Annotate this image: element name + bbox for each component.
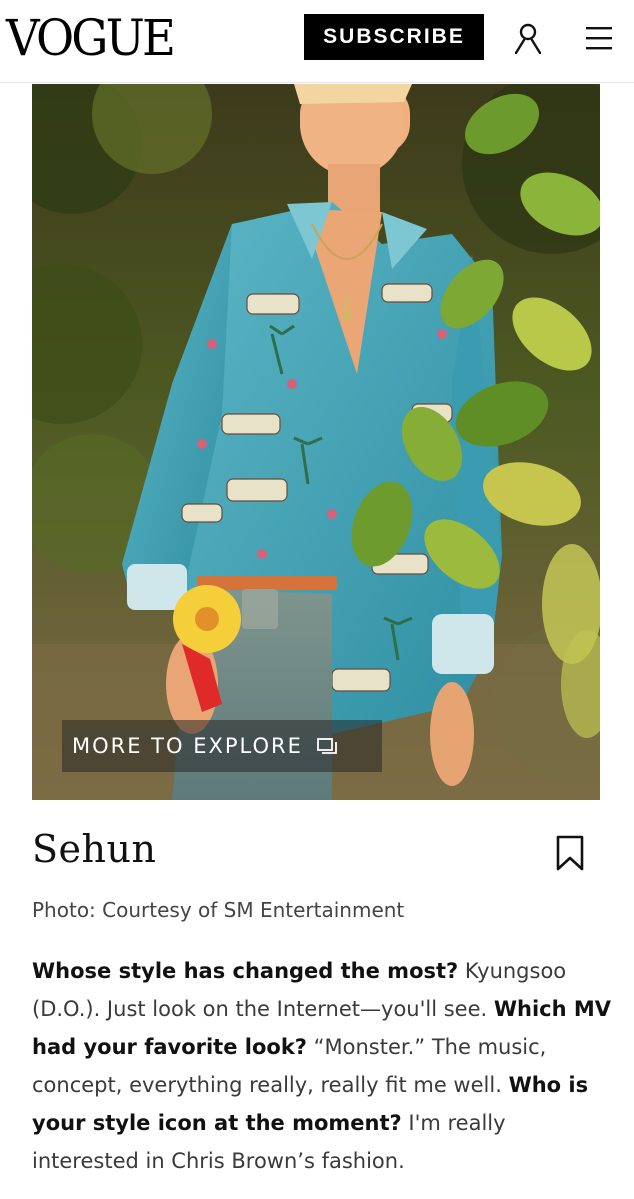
photo-credit: Photo: Courtesy of SM Entertainment [32,898,405,922]
hero-photo[interactable] [32,84,600,800]
question-1: Whose style has changed the most? [32,959,459,983]
gallery-icon [316,738,337,754]
photo-illustration [32,84,600,800]
bookmark-icon[interactable] [555,834,585,872]
article-name: Sehun [32,827,157,871]
hamburger-menu-icon[interactable] [584,24,614,52]
person-icon[interactable] [512,22,544,54]
site-header: VOGUE SUBSCRIBE [0,0,634,83]
subscribe-button[interactable]: SUBSCRIBE [304,14,484,60]
more-to-explore-label: MORE TO EXPLORE [72,734,303,758]
article-body: Whose style has changed the most? Kyungs… [32,952,612,1180]
more-to-explore-button[interactable]: MORE TO EXPLORE [62,720,382,772]
vogue-logo[interactable]: VOGUE [6,8,176,68]
